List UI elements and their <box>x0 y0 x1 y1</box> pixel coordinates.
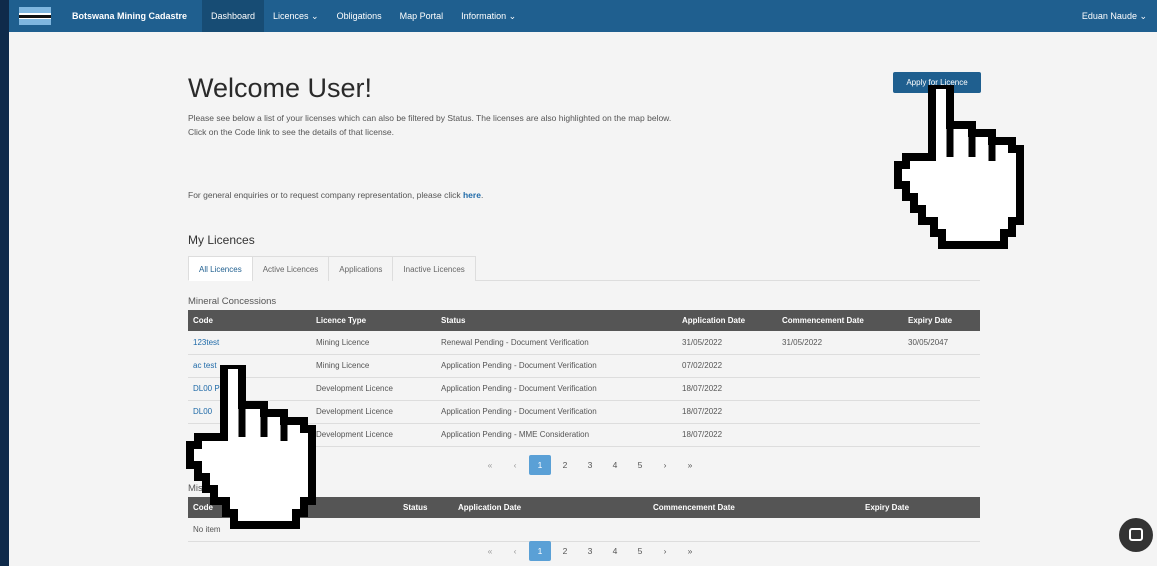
commencement-date: 31/05/2022 <box>777 331 903 355</box>
mineral-pagination: « ‹ 1 2 3 4 5 › » <box>479 455 704 475</box>
app-frame: Botswana Mining Cadastre Dashboard Licen… <box>9 0 1157 566</box>
pager-page-4[interactable]: 4 <box>604 455 626 475</box>
nav-dashboard[interactable]: Dashboard <box>202 0 265 32</box>
pager-page-1[interactable]: 1 <box>529 541 551 561</box>
nav-licences[interactable]: Licences ⌄ <box>264 0 328 32</box>
pager-page-5[interactable]: 5 <box>629 541 651 561</box>
col-application-date[interactable]: Application Date <box>453 497 648 518</box>
expiry-date: 30/05/2047 <box>903 331 980 355</box>
col-commencement-date[interactable]: Commencement Date <box>777 310 903 331</box>
commencement-date <box>777 377 903 401</box>
hand-pointer-icon <box>894 85 1024 249</box>
pager-page-5[interactable]: 5 <box>629 455 651 475</box>
col-expiry-date[interactable]: Expiry Date <box>903 310 980 331</box>
licence-status: Application Pending - Document Verificat… <box>436 354 677 378</box>
licence-status: Renewal Pending - Document Verification <box>436 331 677 355</box>
pager-prev[interactable]: ‹ <box>504 455 526 475</box>
pager-prev[interactable]: ‹ <box>504 541 526 561</box>
licence-tabs: All Licences Active Licences Application… <box>188 256 980 281</box>
col-application-date[interactable]: Application Date <box>677 310 777 331</box>
expiry-date <box>903 377 980 401</box>
tab-applications[interactable]: Applications <box>328 256 394 281</box>
licence-status: Application Pending - Document Verificat… <box>436 377 677 401</box>
botswana-flag-logo[interactable] <box>19 7 51 25</box>
enquiry-text: For general enquiries or to request comp… <box>188 190 483 200</box>
application-date: 18/07/2022 <box>677 400 777 424</box>
pager-page-2[interactable]: 2 <box>554 455 576 475</box>
tab-active-licences[interactable]: Active Licences <box>251 256 330 281</box>
enquiry-here-link[interactable]: here <box>463 190 481 200</box>
licence-type: Development Licence <box>311 400 436 424</box>
pager-page-2[interactable]: 2 <box>554 541 576 561</box>
col-status[interactable]: Status <box>436 310 677 331</box>
pager-page-4[interactable]: 4 <box>604 541 626 561</box>
pager-last[interactable]: » <box>679 541 701 561</box>
pager-first[interactable]: « <box>479 541 501 561</box>
user-menu[interactable]: Eduan Naude ⌄ <box>1082 0 1147 32</box>
licence-type: Mining Licence <box>311 331 436 355</box>
application-date: 18/07/2022 <box>677 377 777 401</box>
commencement-date <box>777 423 903 447</box>
expiry-date <box>903 423 980 447</box>
application-date: 18/07/2022 <box>677 423 777 447</box>
pager-first[interactable]: « <box>479 455 501 475</box>
commencement-date <box>777 400 903 424</box>
intro-line-2: Click on the Code link to see the detail… <box>188 127 395 137</box>
intro-line-1: Please see below a list of your licenses… <box>188 113 672 123</box>
pager-page-1[interactable]: 1 <box>529 455 551 475</box>
expiry-date <box>903 354 980 378</box>
licence-status: Application Pending - MME Consideration <box>436 423 677 447</box>
pager-next[interactable]: › <box>654 455 676 475</box>
chat-icon[interactable] <box>1119 518 1153 552</box>
col-code[interactable]: Code <box>188 310 311 331</box>
pager-page-3[interactable]: 3 <box>579 455 601 475</box>
brand-name[interactable]: Botswana Mining Cadastre <box>72 0 187 32</box>
nav-map-portal[interactable]: Map Portal <box>391 0 453 32</box>
page-title: Welcome User! <box>188 73 373 103</box>
tab-all-licences[interactable]: All Licences <box>188 256 253 281</box>
licence-type: Development Licence <box>311 377 436 401</box>
enquiry-suffix: . <box>480 190 484 200</box>
pager-next[interactable]: › <box>654 541 676 561</box>
hand-pointer-icon <box>186 365 316 529</box>
application-date: 07/02/2022 <box>677 354 777 378</box>
licence-code-link[interactable]: 123test <box>188 331 311 355</box>
col-status[interactable]: Status <box>398 497 453 518</box>
licence-type: Development Licence <box>311 423 436 447</box>
col-licence-type[interactable]: Licence Type <box>311 310 436 331</box>
col-expiry-date[interactable]: Expiry Date <box>860 497 980 518</box>
table-header-row: Code Licence Type Status Application Dat… <box>188 310 980 331</box>
my-licences-heading: My Licences <box>188 233 255 247</box>
mineral-concessions-title: Mineral Concessions <box>188 296 277 307</box>
application-date: 31/05/2022 <box>677 331 777 355</box>
misc-pagination: « ‹ 1 2 3 4 5 › » <box>479 541 704 561</box>
commencement-date <box>777 354 903 378</box>
table-row: 123test Mining Licence Renewal Pending -… <box>188 331 980 355</box>
pager-page-3[interactable]: 3 <box>579 541 601 561</box>
pager-last[interactable]: » <box>679 455 701 475</box>
top-navbar: Botswana Mining Cadastre Dashboard Licen… <box>9 0 1157 32</box>
licence-status: Application Pending - Document Verificat… <box>436 400 677 424</box>
enquiry-prefix: For general enquiries or to request comp… <box>188 190 463 200</box>
col-commencement-date[interactable]: Commencement Date <box>648 497 860 518</box>
main-nav: Dashboard Licences ⌄ Obligations Map Por… <box>202 0 525 32</box>
tab-inactive-licences[interactable]: Inactive Licences <box>392 256 476 281</box>
licence-type: Mining Licence <box>311 354 436 378</box>
expiry-date <box>903 400 980 424</box>
nav-obligations[interactable]: Obligations <box>328 0 391 32</box>
nav-information[interactable]: Information ⌄ <box>452 0 525 32</box>
